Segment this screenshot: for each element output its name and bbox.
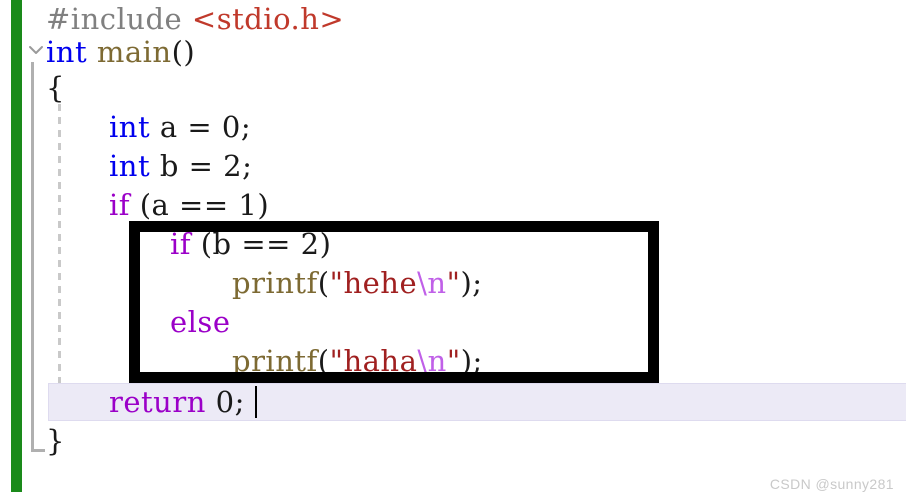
code-token: (b ==	[191, 227, 301, 261]
code-line[interactable]: printf("haha\n");	[232, 342, 483, 381]
code-token: else	[170, 305, 231, 339]
code-token: if	[109, 188, 131, 222]
code-token: #include	[46, 2, 192, 36]
code-line[interactable]: printf("hehe\n");	[232, 264, 483, 303]
code-editor-screenshot: #include <stdio.h> int main(){int a = 0; i…	[0, 0, 906, 502]
code-token: "	[446, 344, 461, 378]
code-token: }	[46, 424, 65, 458]
code-token: 0	[221, 110, 241, 144]
code-token: printf	[232, 266, 318, 300]
code-token: <stdio.h>	[191, 2, 345, 36]
code-token: 0	[215, 385, 235, 419]
code-token: int	[109, 110, 151, 144]
watermark: CSDN @sunny281	[769, 476, 894, 492]
code-token: 2	[223, 149, 243, 183]
code-token: (	[317, 344, 330, 378]
code-token: printf	[232, 344, 318, 378]
code-token: (a ==	[130, 188, 239, 222]
code-token: ;	[240, 110, 252, 144]
code-token: {	[46, 71, 65, 105]
code-line[interactable]: int main()	[46, 33, 195, 72]
code-token: \n	[417, 344, 447, 378]
code-token: return	[109, 385, 206, 419]
code-token: int	[109, 149, 151, 183]
code-line[interactable]: if (b == 2)	[170, 225, 331, 264]
code-token: )	[319, 227, 332, 261]
code-line[interactable]: int b = 2;	[109, 147, 252, 186]
code-token: );	[460, 344, 483, 378]
code-token: \n	[417, 266, 447, 300]
code-token: 2	[300, 227, 320, 261]
code-token: );	[460, 266, 483, 300]
code-token: 1	[238, 188, 258, 222]
code-token: b =	[150, 149, 224, 183]
text-caret	[255, 386, 257, 418]
code-token: (	[317, 266, 330, 300]
code-token: a =	[150, 110, 222, 144]
code-line[interactable]: {	[46, 69, 65, 108]
code-lines-container[interactable]: #include <stdio.h> int main(){int a = 0; i…	[0, 0, 906, 502]
code-token: ;	[242, 149, 253, 183]
code-line[interactable]: int a = 0;	[109, 108, 251, 147]
code-line[interactable]: if (a == 1)	[109, 186, 269, 225]
code-line[interactable]: else	[170, 303, 230, 342]
code-token: if	[170, 227, 192, 261]
code-token: main	[96, 35, 172, 69]
code-token: int	[46, 35, 88, 69]
code-token: ()	[171, 35, 196, 69]
code-token: "haha	[329, 344, 418, 378]
code-token: )	[257, 188, 270, 222]
code-token: ;	[234, 385, 245, 419]
code-line[interactable]: return 0;	[109, 383, 245, 422]
code-line[interactable]: }	[46, 422, 65, 461]
code-token: "	[446, 266, 461, 300]
code-token: "hehe	[329, 266, 418, 300]
